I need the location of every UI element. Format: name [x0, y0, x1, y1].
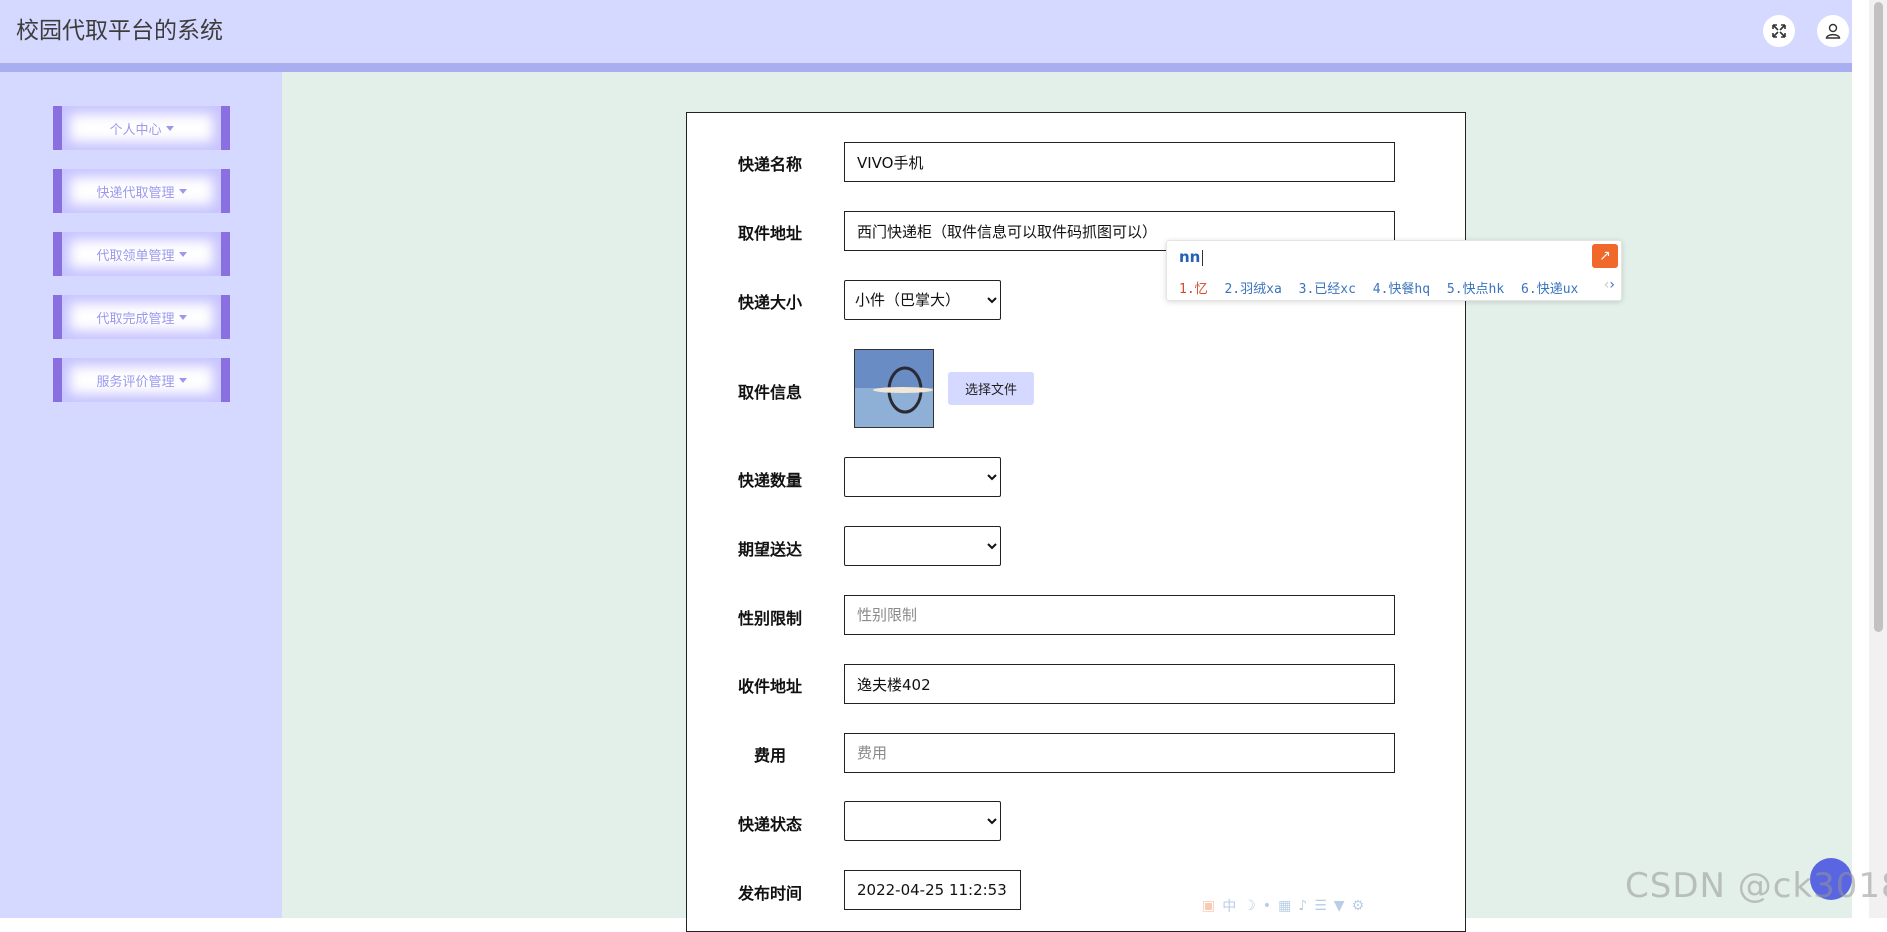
- quantity-label: 快递数量: [737, 471, 802, 490]
- ime-candidate[interactable]: 3.已经xc: [1299, 282, 1356, 297]
- ime-composition: nn: [1179, 248, 1204, 266]
- fullscreen-button[interactable]: [1763, 15, 1795, 47]
- ime-candidate-popup: nn ↗ 1.忆 2.羽绒xa 3.已经xc 4.快餐hq 5.快点hk 6.快…: [1166, 240, 1622, 301]
- ime-composition-text: nn: [1179, 248, 1201, 266]
- sidebar-item-label: 代取领单管理: [96, 248, 175, 264]
- moon-icon[interactable]: ☽: [1243, 898, 1256, 914]
- quantity-select[interactable]: [844, 457, 1001, 497]
- text-caret: [1202, 249, 1204, 266]
- caret-down-icon: [178, 251, 187, 257]
- app-title: 校园代取平台的系统: [16, 18, 223, 44]
- ime-candidate-list: 1.忆 2.羽绒xa 3.已经xc 4.快餐hq 5.快点hk 6.快递ux: [1179, 278, 1587, 297]
- bridge-image: [855, 350, 933, 427]
- gear-icon[interactable]: ⚙: [1352, 898, 1365, 914]
- expand-icon: [1772, 24, 1786, 38]
- gender-label: 性别限制: [737, 609, 802, 628]
- page-scrollbar[interactable]: [1869, 0, 1887, 918]
- expected-select[interactable]: [844, 526, 1001, 566]
- sidebar-item-completion[interactable]: 代取完成管理: [53, 295, 230, 339]
- ime-candidate[interactable]: 1.忆: [1179, 282, 1208, 297]
- punctuation-icon[interactable]: •: [1263, 898, 1271, 914]
- recv-address-input[interactable]: [844, 664, 1395, 704]
- scrollbar-thumb[interactable]: [1874, 2, 1883, 632]
- recv-address-label: 收件地址: [737, 677, 802, 696]
- voice-icon[interactable]: ♪: [1298, 898, 1307, 914]
- ime-toolbar: ▣ 中 ☽ • ▦ ♪ ☰ ▼ ⚙: [1202, 896, 1402, 916]
- chevron-right-icon[interactable]: ›: [1609, 277, 1615, 293]
- size-select[interactable]: 小件（巴掌大）: [844, 280, 1001, 320]
- fee-label: 费用: [753, 746, 786, 765]
- sidebar-item-label: 代取完成管理: [96, 311, 175, 327]
- status-select[interactable]: [844, 801, 1001, 841]
- skin-icon[interactable]: ▼: [1334, 898, 1345, 914]
- caret-down-icon: [178, 314, 187, 320]
- ime-candidate[interactable]: 5.快点hk: [1447, 282, 1504, 297]
- pickup-info-label: 取件信息: [737, 383, 802, 402]
- fee-input[interactable]: [844, 733, 1395, 773]
- caret-down-icon: [165, 125, 174, 131]
- size-label: 快递大小: [737, 293, 802, 312]
- sidebar-item-label: 快递代取管理: [96, 185, 175, 201]
- gender-input[interactable]: [844, 595, 1395, 635]
- pickup-image-thumbnail: [854, 349, 934, 428]
- expected-label: 期望送达: [737, 540, 802, 559]
- top-header: 校园代取平台的系统: [0, 0, 1852, 63]
- caret-down-icon: [178, 377, 187, 383]
- user-button[interactable]: [1817, 15, 1849, 47]
- watermark: CSDN @ck3018: [1625, 866, 1887, 906]
- name-input[interactable]: [844, 142, 1395, 182]
- ime-logo-icon: ↗: [1592, 244, 1618, 268]
- ime-logo-icon[interactable]: ▣: [1202, 898, 1215, 914]
- name-label: 快递名称: [737, 155, 802, 174]
- keyboard-icon[interactable]: ▦: [1278, 898, 1291, 914]
- sidebar-item-service-review[interactable]: 服务评价管理: [53, 358, 230, 402]
- chinese-mode-icon[interactable]: 中: [1222, 896, 1236, 916]
- sidebar-item-express-pickup[interactable]: 快递代取管理: [53, 169, 230, 213]
- sidebar-item-label: 个人中心: [109, 122, 162, 138]
- ime-candidate[interactable]: 6.快递ux: [1521, 282, 1578, 297]
- caret-down-icon: [178, 188, 187, 194]
- sidebar-item-personal-center[interactable]: 个人中心: [53, 106, 230, 150]
- choose-file-button[interactable]: 选择文件: [948, 372, 1034, 405]
- publish-time-label: 发布时间: [737, 884, 802, 903]
- user-icon: [1825, 23, 1841, 39]
- menu-icon[interactable]: ☰: [1314, 898, 1327, 914]
- ime-candidate[interactable]: 4.快餐hq: [1373, 282, 1430, 297]
- sidebar-item-label: 服务评价管理: [96, 374, 175, 390]
- ime-candidate[interactable]: 2.羽绒xa: [1224, 282, 1281, 297]
- header-divider: [0, 63, 1852, 72]
- ime-page-nav: ‹›: [1604, 277, 1615, 293]
- sidebar-item-order-taking[interactable]: 代取领单管理: [53, 232, 230, 276]
- publish-time-input[interactable]: [844, 870, 1021, 910]
- status-label: 快递状态: [737, 815, 802, 834]
- pickup-address-label: 取件地址: [737, 224, 802, 243]
